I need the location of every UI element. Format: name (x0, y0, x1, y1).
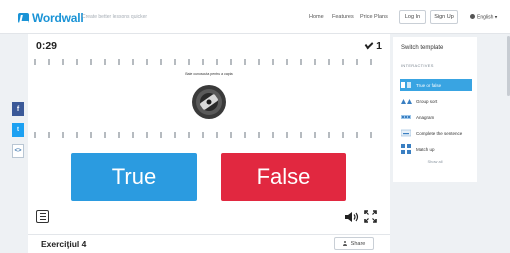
match-up-icon (400, 144, 412, 154)
facebook-share-icon[interactable]: f (12, 102, 24, 116)
panel-title: Switch template (401, 45, 444, 51)
activity-title: Exerciţiul 4 (41, 239, 87, 249)
panel-section-label: INTERACTIVES (401, 63, 434, 68)
signup-button[interactable]: Sign Up (430, 10, 458, 24)
anagram-icon (400, 112, 412, 122)
template-label: Match up (416, 146, 435, 152)
wordwall-logo-icon (18, 13, 29, 23)
template-match-up[interactable]: Match up (400, 143, 472, 155)
nav-home[interactable]: Home (309, 14, 324, 20)
menu-icon[interactable] (36, 210, 49, 223)
progress-track-bottom (34, 132, 384, 138)
activity-player: 0:29 1 Baie cunoscuta pentru a capta Tru… (28, 34, 390, 234)
template-label: Anagram (416, 114, 435, 120)
login-button[interactable]: Log In (399, 10, 426, 24)
nav-price-plans[interactable]: Price Plans (360, 14, 388, 20)
progress-track-top (34, 59, 384, 65)
fullscreen-icon[interactable] (364, 210, 377, 223)
top-nav-bar: Wordwall Create better lessons quicker H… (0, 0, 510, 34)
true-false-icon (400, 80, 412, 90)
false-answer-button[interactable]: False (221, 153, 346, 201)
template-complete-sentence[interactable]: Complete the sentence (400, 127, 472, 139)
score-counter: 1 (364, 39, 382, 52)
globe-icon (470, 14, 475, 19)
share-label: Share (350, 240, 366, 247)
activity-title-bar: Exerciţiul 4 Share (28, 234, 390, 253)
template-true-or-false[interactable]: True or false (400, 79, 472, 91)
rotary-knob-image (192, 85, 226, 119)
nav-features[interactable]: Features (332, 14, 354, 20)
show-all-link[interactable]: Show all (393, 159, 477, 164)
template-label: Group sort (416, 98, 438, 104)
template-anagram[interactable]: Anagram (400, 111, 472, 123)
true-answer-button[interactable]: True (71, 153, 197, 201)
score-value: 1 (376, 40, 382, 52)
question-text: Baie cunoscuta pentru a capta (185, 72, 233, 76)
checkmark-icon (364, 39, 374, 50)
twitter-share-icon[interactable]: t (12, 123, 24, 137)
tagline: Create better lessons quicker (82, 14, 148, 20)
language-selector[interactable]: English ▾ (470, 14, 497, 21)
template-group-sort[interactable]: Group sort (400, 95, 472, 107)
wordwall-logo[interactable]: Wordwall (18, 11, 84, 25)
person-icon (343, 241, 348, 246)
share-button[interactable]: Share (334, 237, 374, 250)
timer: 0:29 (36, 40, 58, 52)
sound-icon[interactable] (344, 210, 360, 224)
template-label: True or false (416, 82, 442, 88)
group-sort-icon (400, 96, 412, 106)
logo-text: Wordwall (32, 11, 84, 25)
complete-sentence-icon (400, 128, 412, 138)
switch-template-panel: Switch template INTERACTIVES True or fal… (393, 37, 477, 182)
language-label: English (477, 14, 494, 21)
template-label: Complete the sentence (416, 130, 463, 136)
embed-icon[interactable]: <> (12, 144, 24, 158)
